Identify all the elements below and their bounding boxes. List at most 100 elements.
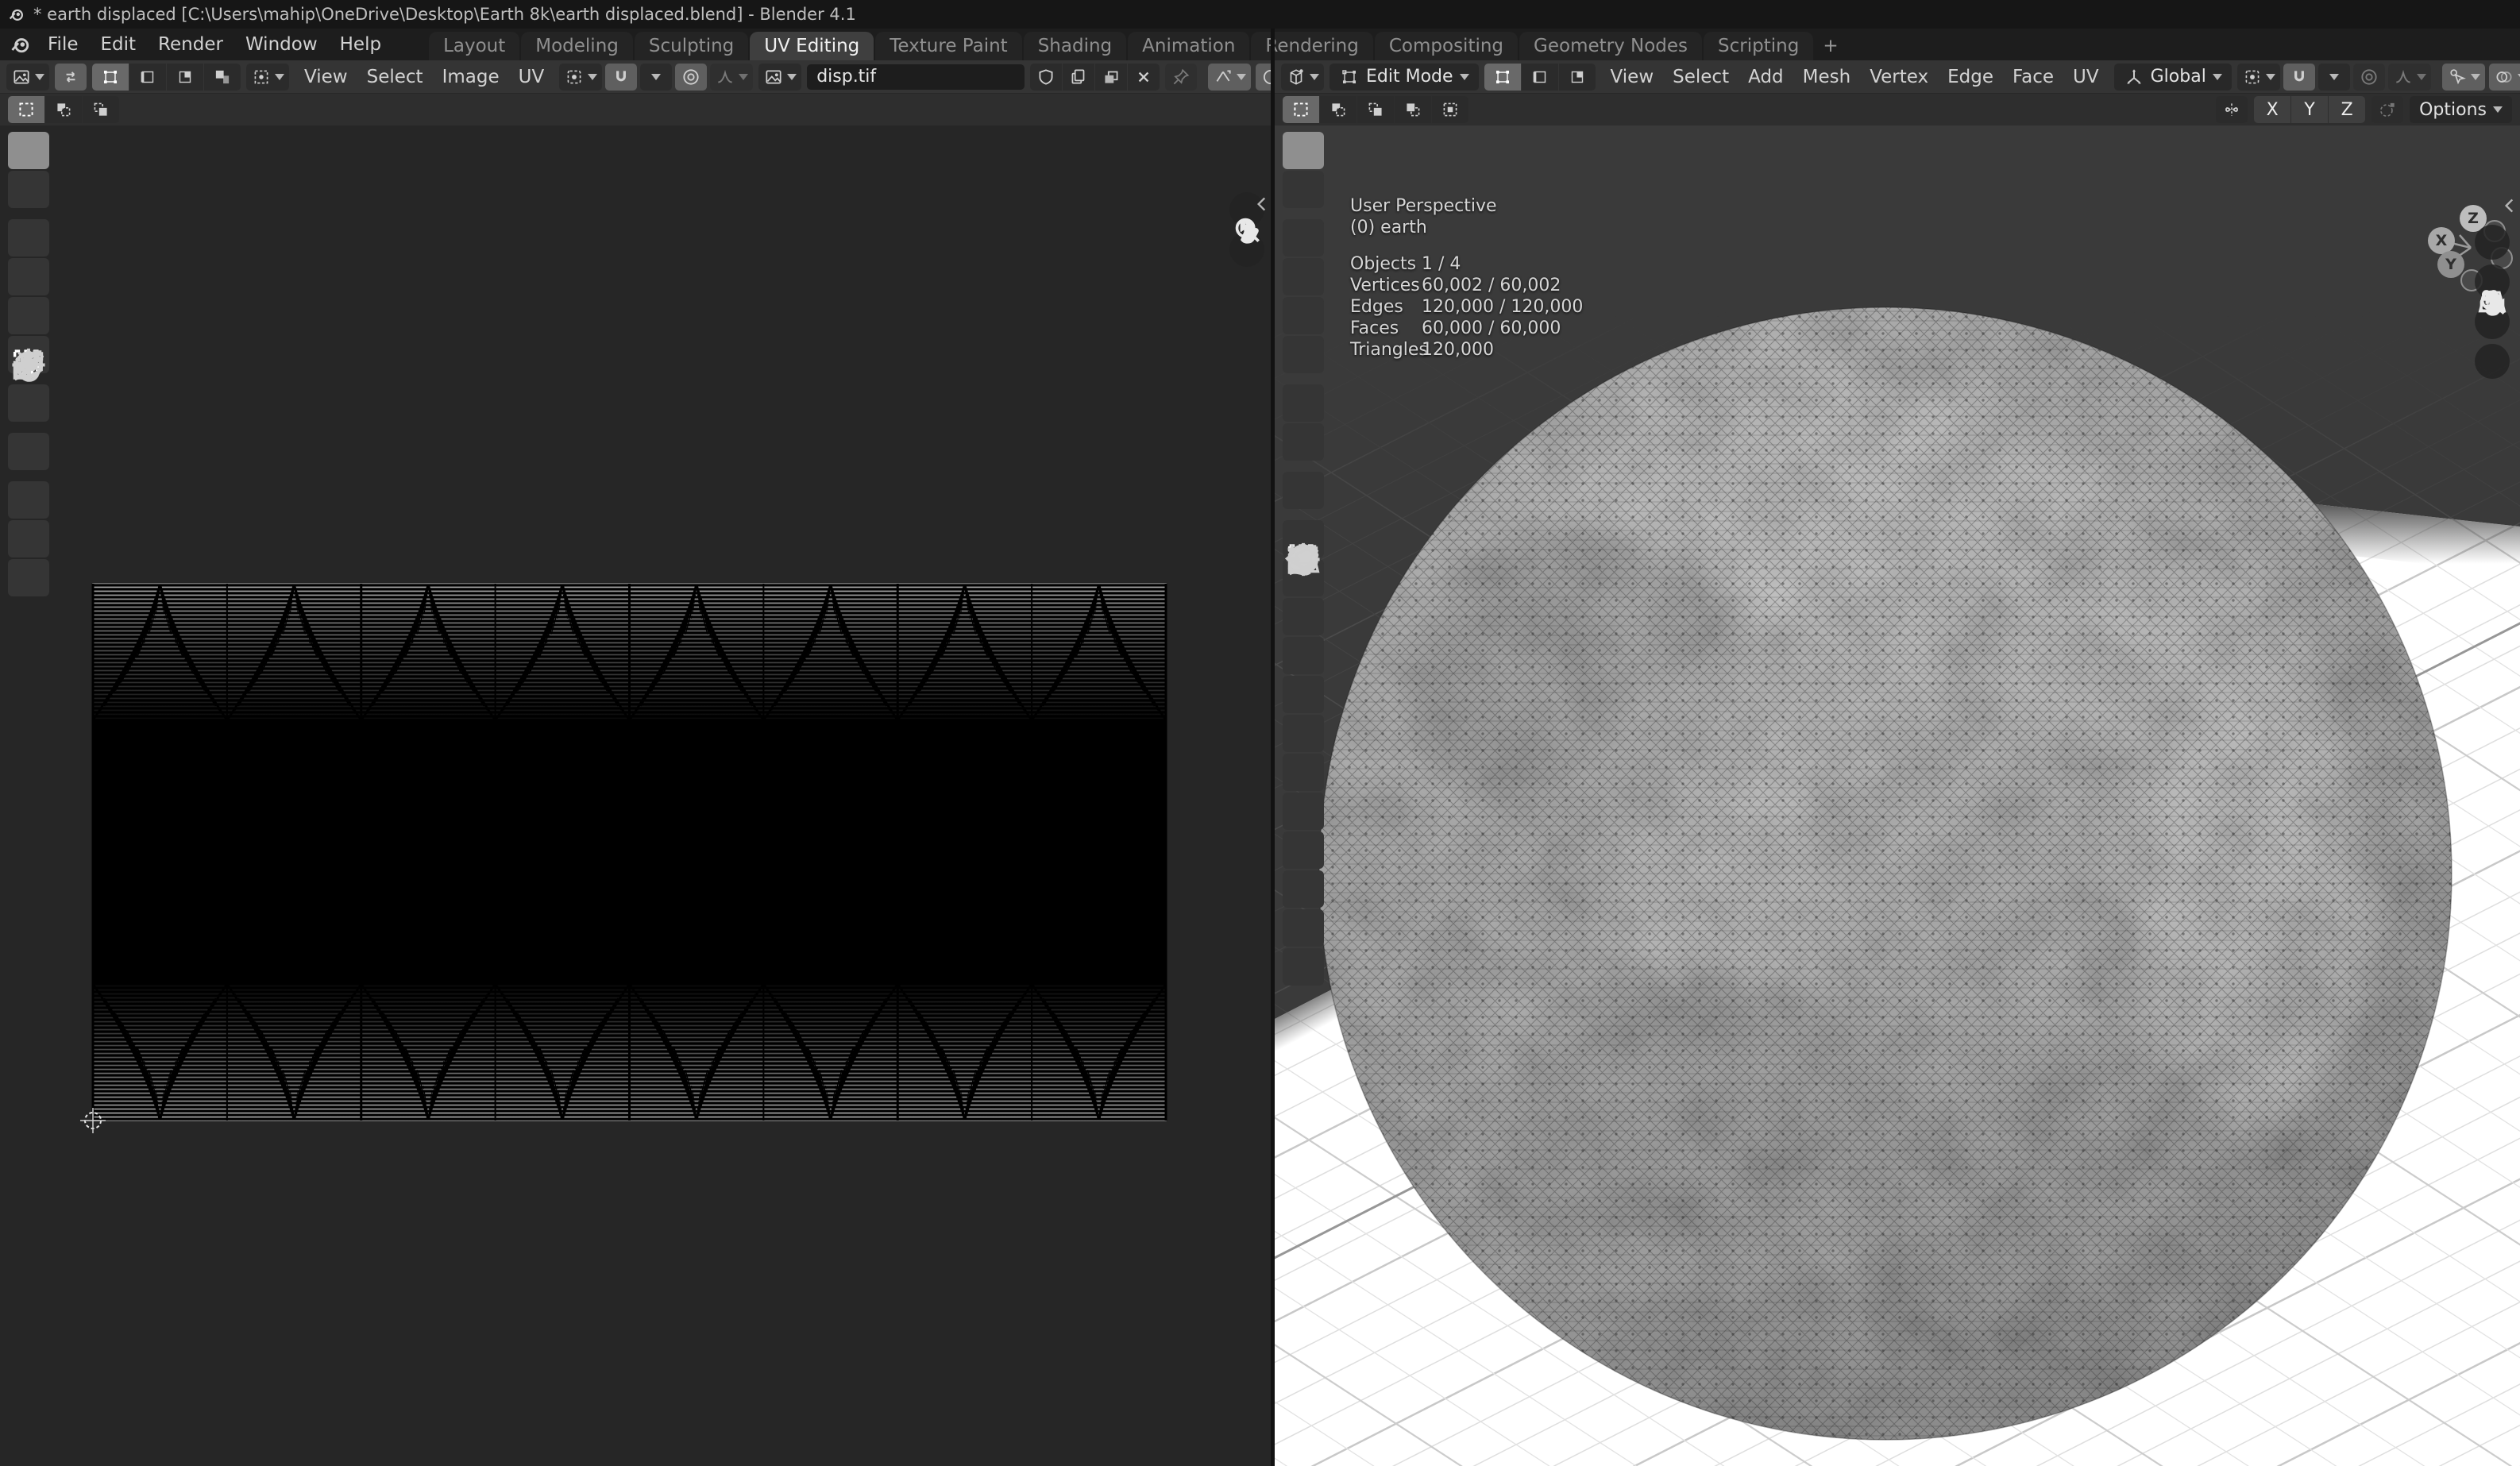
options-dropdown[interactable]: Options — [2410, 96, 2512, 123]
new-image-button[interactable] — [1063, 64, 1094, 91]
mode-dropdown[interactable]: Edit Mode — [1329, 64, 1479, 91]
menu-mesh[interactable]: Mesh — [1793, 60, 1861, 94]
browse-image-button[interactable] — [758, 64, 801, 91]
snapping-button[interactable] — [2283, 64, 2315, 91]
sticky-selection-button[interactable] — [246, 64, 289, 91]
menu-view[interactable]: View — [295, 60, 357, 94]
uv-editor-menus: ViewSelectImageUV — [295, 60, 554, 94]
top-bar: FileEditRenderWindowHelp LayoutModelingS… — [0, 29, 2520, 60]
orientation-dropdown[interactable]: Global — [2114, 64, 2232, 91]
pinch-brush-tool-button[interactable] — [8, 559, 49, 596]
tab-animation[interactable]: Animation — [1128, 32, 1249, 60]
tab-sculpting[interactable]: Sculpting — [635, 32, 748, 60]
vertex-select-button[interactable] — [1484, 64, 1521, 91]
axis-y-toggle[interactable]: Y — [2291, 96, 2328, 123]
proportional-falloff-button[interactable] — [2388, 64, 2431, 91]
pin-image-button[interactable] — [1165, 64, 1197, 91]
select-mode-intersect-button[interactable] — [1432, 96, 1468, 123]
duplicate-icon — [1068, 67, 1089, 87]
tab-compositing[interactable]: Compositing — [1375, 32, 1518, 60]
active-object-label: (0) earth — [1350, 217, 1583, 238]
face-select-button[interactable] — [1559, 64, 1596, 91]
uv-vertex-select-button[interactable] — [92, 64, 129, 91]
select-mode-set-button[interactable] — [8, 96, 44, 123]
menu-image[interactable]: Image — [433, 60, 509, 94]
select-mode-invert-button[interactable] — [1395, 96, 1431, 123]
display-channels-button[interactable] — [1208, 64, 1251, 91]
tab-rendering[interactable]: Rendering — [1251, 32, 1372, 60]
menu-vertex[interactable]: Vertex — [1860, 60, 1938, 94]
menu-edge[interactable]: Edge — [1938, 60, 2003, 94]
menu-face[interactable]: Face — [2003, 60, 2063, 94]
select-intersect-icon — [1440, 99, 1461, 120]
snapping-options-button[interactable] — [640, 64, 672, 91]
pan-view-button[interactable] — [1229, 232, 1264, 267]
select-subtract-icon — [91, 99, 111, 120]
tab-layout[interactable]: Layout — [429, 32, 519, 60]
uv-sync-selection-button[interactable] — [55, 64, 87, 91]
pivot-point-button[interactable] — [2237, 64, 2280, 91]
viewport-canvas[interactable]: User Perspective (0) earth Objects1 / 4V… — [1275, 125, 2520, 1466]
options-label: Options — [2419, 100, 2487, 120]
chevron-down-icon — [2417, 74, 2426, 80]
select-mode-subtract-button[interactable] — [1357, 96, 1394, 123]
add-workspace-button[interactable]: + — [1815, 32, 1846, 60]
pivot-point-button[interactable] — [559, 64, 602, 91]
chevron-down-icon — [588, 74, 597, 80]
menu-window[interactable]: Window — [234, 29, 329, 60]
show-overlays-button[interactable] — [2489, 64, 2520, 91]
uv-sidebar-toggle[interactable] — [1252, 194, 1271, 222]
proportional-editing-button[interactable] — [2353, 64, 2385, 91]
editor-type-button[interactable] — [6, 64, 49, 91]
tab-texture-paint[interactable]: Texture Paint — [875, 32, 1021, 60]
uv-face-select-button[interactable] — [167, 64, 203, 91]
menu-edit[interactable]: Edit — [90, 29, 148, 60]
select-mode-extend-button[interactable] — [45, 96, 82, 123]
gizmo-axis-y[interactable]: Y — [2437, 251, 2464, 278]
editor-type-button[interactable] — [1281, 64, 1324, 91]
select-mode-subtract-button[interactable] — [83, 96, 119, 123]
menu-view[interactable]: View — [1601, 60, 1664, 94]
tab-scripting[interactable]: Scripting — [1704, 32, 1813, 60]
tab-modeling[interactable]: Modeling — [521, 32, 633, 60]
select-mode-set-button[interactable] — [1283, 96, 1319, 123]
menu-uv[interactable]: UV — [509, 60, 554, 94]
gizmo-axis-x[interactable]: X — [2428, 227, 2455, 254]
axis-x-toggle[interactable]: X — [2254, 96, 2290, 123]
select-extend-icon — [1328, 99, 1349, 120]
tab-shading[interactable]: Shading — [1024, 32, 1126, 60]
edge-select-button[interactable] — [1522, 64, 1558, 91]
snap-individual-button[interactable] — [2371, 96, 2403, 123]
tab-uv-editing[interactable]: UV Editing — [750, 32, 874, 60]
menu-uv[interactable]: UV — [2063, 60, 2109, 94]
unpack-image-button[interactable] — [1095, 64, 1127, 91]
tab-geometry-nodes[interactable]: Geometry Nodes — [1519, 32, 1702, 60]
axis-z-toggle[interactable]: Z — [2329, 96, 2365, 123]
toggle-projection-button[interactable] — [2475, 344, 2510, 379]
uv-edge-select-button[interactable] — [129, 64, 166, 91]
blender-menu-button[interactable] — [10, 33, 32, 56]
uv-canvas[interactable] — [0, 125, 1271, 1466]
uv-island-select-button[interactable] — [204, 64, 241, 91]
menu-file[interactable]: File — [37, 29, 90, 60]
menu-add[interactable]: Add — [1739, 60, 1793, 94]
fake-user-button[interactable] — [1030, 64, 1062, 91]
proportional-editing-button[interactable] — [675, 64, 707, 91]
menu-select[interactable]: Select — [1663, 60, 1739, 94]
mirror-toggle-button[interactable] — [2216, 96, 2248, 123]
show-gizmos-button[interactable] — [2442, 64, 2485, 91]
chevron-down-icon — [1237, 74, 1246, 80]
rip-region-tool-button[interactable] — [1283, 948, 1324, 986]
proportional-falloff-button[interactable] — [710, 64, 753, 91]
image-name-field[interactable] — [807, 64, 1025, 90]
menu-help[interactable]: Help — [329, 29, 392, 60]
select-mode-extend-button[interactable] — [1320, 96, 1356, 123]
viewport-sidebar-toggle[interactable] — [2499, 195, 2520, 224]
snapping-button[interactable] — [605, 64, 637, 91]
uv-editor-header: ViewSelectImageUV — [0, 60, 1271, 94]
menu-render[interactable]: Render — [147, 29, 234, 60]
menu-select[interactable]: Select — [357, 60, 433, 94]
snapping-options-button[interactable] — [2318, 64, 2350, 91]
select-extend-icon — [53, 99, 74, 120]
unlink-image-button[interactable] — [1128, 64, 1160, 91]
